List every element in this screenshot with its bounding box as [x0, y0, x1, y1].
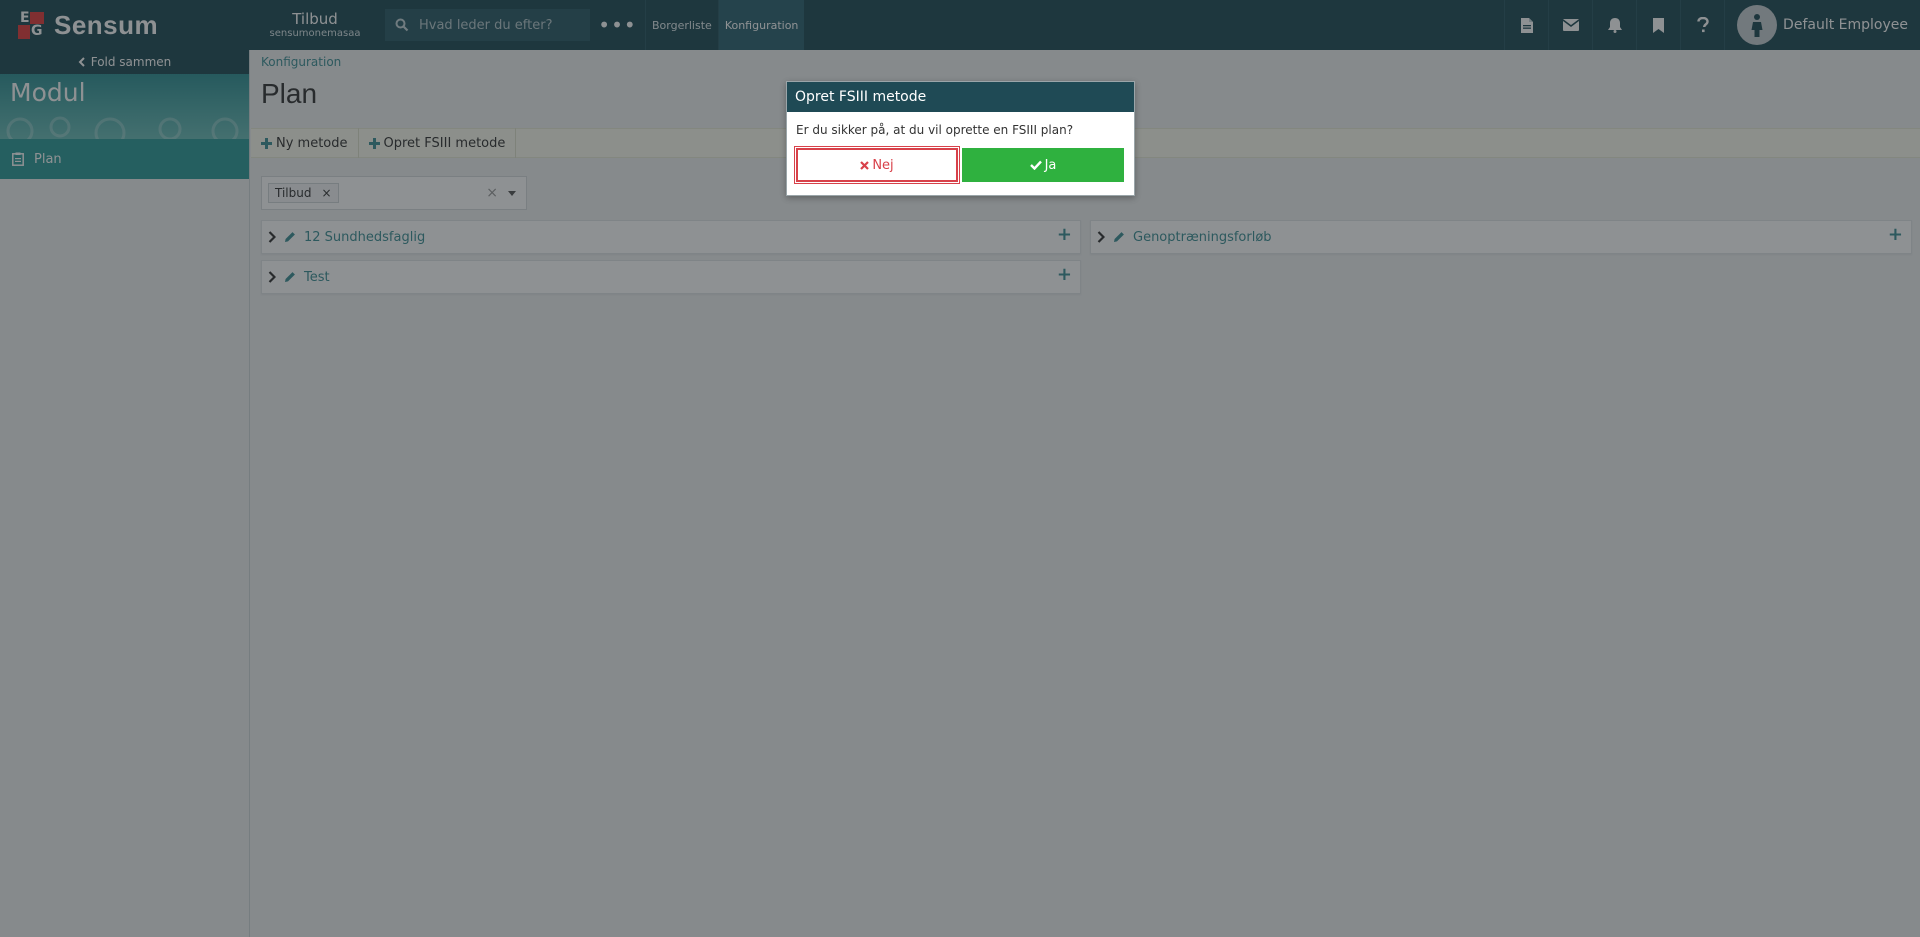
- confirm-dialog: Opret FSIII metode Er du sikker på, at d…: [786, 81, 1135, 196]
- close-icon: [860, 160, 870, 170]
- no-label: Nej: [872, 157, 894, 173]
- no-button[interactable]: Nej: [794, 146, 960, 184]
- check-icon: [1029, 160, 1042, 170]
- dialog-buttons: Nej Ja: [787, 146, 1134, 184]
- yes-button[interactable]: Ja: [962, 148, 1124, 182]
- dialog-title: Opret FSIII metode: [787, 82, 1134, 112]
- yes-label: Ja: [1044, 157, 1057, 173]
- dialog-message: Er du sikker på, at du vil oprette en FS…: [796, 123, 1074, 137]
